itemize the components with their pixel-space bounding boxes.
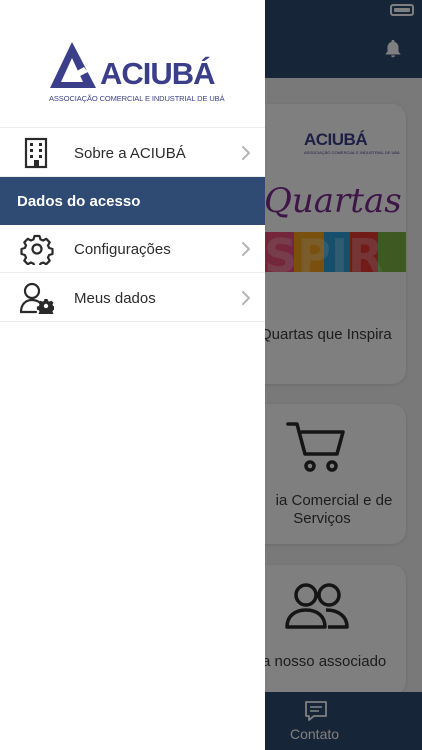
user-gear-icon <box>20 282 54 314</box>
gear-icon <box>20 234 54 265</box>
building-icon <box>24 137 48 169</box>
menu-item-label: Sobre a ACIUBÁ <box>74 145 186 162</box>
menu-item-label: Configurações <box>74 241 171 258</box>
menu-item-label: Meus dados <box>74 290 156 307</box>
aciuba-logo-text: ACIUBÁ <box>100 56 216 91</box>
aciuba-logo-tagline: ASSOCIAÇÃO COMERCIAL E INDUSTRIAL DE UBÁ <box>49 94 225 103</box>
drawer-header: ACIUBÁ ASSOCIAÇÃO COMERCIAL E INDUSTRIAL… <box>0 0 265 128</box>
aciuba-logo-mark <box>50 42 96 88</box>
chevron-right-icon <box>242 242 250 256</box>
section-header-label: Dados do acesso <box>17 193 141 210</box>
chevron-right-icon <box>242 146 250 160</box>
section-header-dados-acesso: Dados do acesso <box>0 177 265 225</box>
chevron-right-icon <box>242 291 250 305</box>
menu-item-configuracoes[interactable]: Configurações <box>0 225 265 273</box>
navigation-drawer: ACIUBÁ ASSOCIAÇÃO COMERCIAL E INDUSTRIAL… <box>0 0 265 750</box>
menu-item-sobre[interactable]: Sobre a ACIUBÁ <box>0 129 265 177</box>
menu-item-meus-dados[interactable]: Meus dados <box>0 274 265 322</box>
